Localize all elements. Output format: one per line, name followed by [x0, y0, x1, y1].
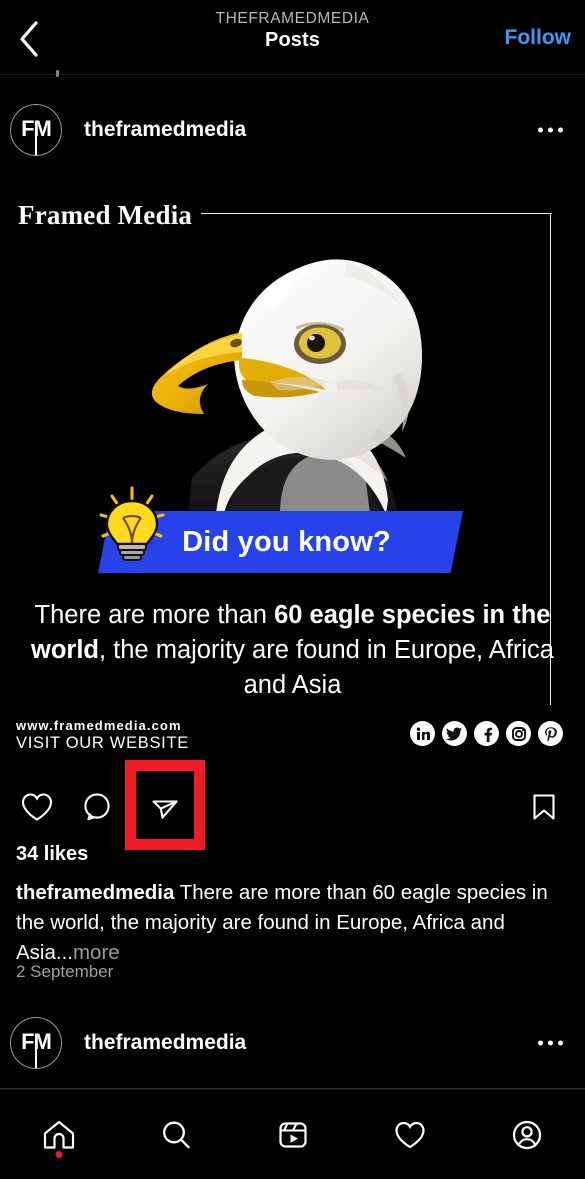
post-options-button[interactable]: [538, 1040, 563, 1046]
header-titles: THEFRAMEDMEDIA Posts: [0, 10, 585, 52]
post-username[interactable]: theframedmedia: [84, 118, 246, 142]
save-button[interactable]: [521, 784, 567, 830]
fact-part-1: There are more than: [34, 601, 275, 629]
nav-reels[interactable]: [258, 1100, 328, 1170]
comment-icon: [84, 793, 110, 821]
likes-count[interactable]: 34 likes: [16, 843, 88, 866]
share-paper-plane-icon: [152, 800, 178, 819]
pinterest-icon: [538, 721, 563, 746]
top-header-bar: THEFRAMEDMEDIA Posts Follow: [0, 0, 585, 75]
instagram-post-screen: THEFRAMEDMEDIA Posts Follow FM theframed…: [0, 0, 585, 1179]
activity-heart-icon: [394, 1121, 425, 1148]
comment-button[interactable]: [74, 784, 120, 830]
home-icon: [43, 1120, 74, 1149]
header-account-name: THEFRAMEDMEDIA: [215, 10, 370, 27]
caption-more-link[interactable]: more: [73, 941, 120, 964]
next-post-header-row[interactable]: FM theframedmedia: [0, 1003, 585, 1083]
profile-icon: [512, 1120, 541, 1149]
nav-activity[interactable]: [375, 1100, 445, 1170]
bookmark-icon: [533, 794, 555, 820]
post-username[interactable]: theframedmedia: [84, 1031, 246, 1055]
nav-search[interactable]: [141, 1100, 211, 1170]
search-icon: [162, 1121, 190, 1148]
linkedin-icon: [410, 721, 435, 746]
nav-home[interactable]: [24, 1100, 94, 1170]
nav-profile[interactable]: [492, 1100, 562, 1170]
lightbulb-icon: [96, 484, 168, 566]
website-cta: VISIT OUR WEBSITE: [16, 734, 189, 752]
post-header-row[interactable]: FM theframedmedia: [0, 76, 585, 184]
share-button[interactable]: [142, 784, 188, 830]
more-options-icon: [538, 1040, 543, 1046]
twitter-icon: [442, 721, 467, 746]
eagle-photo: [130, 232, 462, 514]
facebook-icon: [474, 721, 499, 746]
reels-icon: [278, 1121, 307, 1148]
follow-button[interactable]: Follow: [505, 26, 572, 50]
post-date: 2 September: [16, 962, 114, 981]
media-brand-title: Framed Media: [18, 200, 193, 230]
like-button[interactable]: [14, 784, 60, 830]
website-url: www.framedmedia.com: [16, 718, 182, 733]
page-title: Posts: [265, 29, 320, 51]
avatar[interactable]: FM: [10, 104, 62, 156]
media-fact-text: There are more than 60 eagle species in …: [30, 598, 555, 703]
post-action-bar: [0, 770, 585, 842]
instagram-icon: [506, 721, 531, 746]
heart-icon: [21, 793, 53, 821]
bottom-navigation-bar: [0, 1089, 585, 1179]
post-options-button[interactable]: [538, 127, 563, 133]
brand-horizontal-rule: [201, 213, 552, 215]
caption-username[interactable]: theframedmedia: [16, 881, 174, 904]
fact-part-2: , the majority are found in Europe, Afri…: [99, 636, 554, 699]
website-block: www.framedmedia.com VISIT OUR WEBSITE: [16, 718, 189, 753]
social-icons-row: [410, 721, 563, 746]
more-options-icon: [538, 127, 543, 133]
post-caption: theframedmedia There are more than 60 ea…: [16, 878, 570, 968]
avatar[interactable]: FM: [10, 1017, 62, 1069]
banner-label: Did you know?: [182, 525, 391, 558]
avatar-monogram-stem: [35, 130, 38, 155]
avatar-monogram-stem: [35, 1043, 38, 1068]
home-notification-badge: [55, 1150, 62, 1158]
